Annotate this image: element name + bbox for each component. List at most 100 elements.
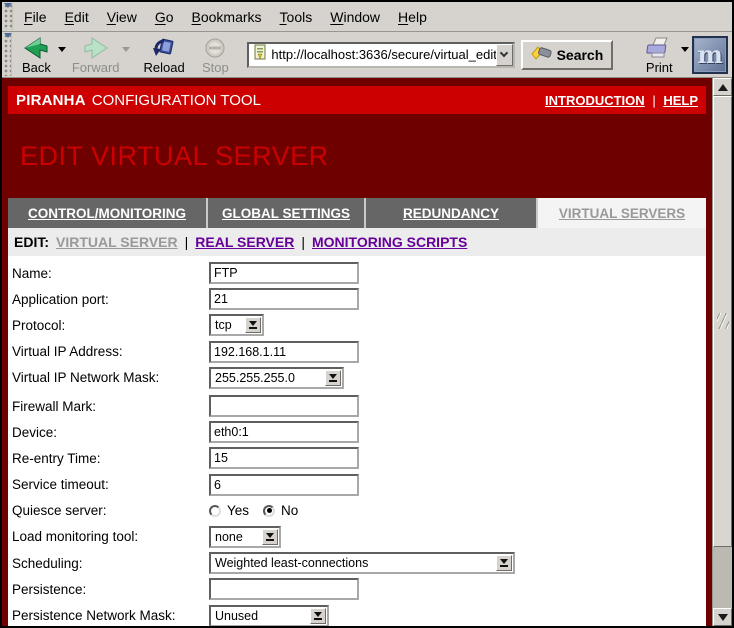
quiesce-no-radio[interactable] <box>263 505 275 517</box>
forward-button[interactable]: Forward <box>69 34 122 76</box>
print-icon <box>646 35 672 61</box>
arrow-up-icon <box>718 84 728 91</box>
protocol-select-value: tcp <box>211 318 244 332</box>
scrollbar-track[interactable] <box>713 96 732 608</box>
url-bar <box>247 42 514 68</box>
service-timeout-field[interactable] <box>209 474 359 496</box>
help-link[interactable]: HELP <box>663 93 698 108</box>
brand-name: PIRANHA <box>16 92 86 109</box>
subnav-monitoring-scripts-link[interactable]: MONITORING SCRIPTS <box>312 234 467 250</box>
scheduling-select-value: Weighted least-connections <box>211 556 495 570</box>
form-row: Service timeout: <box>12 472 706 498</box>
subnav-separator: | <box>301 234 305 250</box>
back-button-label: Back <box>22 61 51 74</box>
name-field[interactable] <box>209 262 359 284</box>
firewall-mark-label: Firewall Mark: <box>12 399 209 414</box>
load-monitoring-tool-select[interactable]: none <box>209 526 281 548</box>
web-page: PIRANHA CONFIGURATION TOOL INTRODUCTION … <box>2 78 712 626</box>
url-input[interactable] <box>271 45 495 65</box>
stop-button[interactable]: Stop <box>193 34 237 76</box>
scrollbar-thumb[interactable] <box>713 96 732 547</box>
reload-button-label: Reload <box>144 61 185 74</box>
menu-file[interactable]: File <box>15 5 56 29</box>
title-band: EDIT VIRTUAL SERVER <box>8 114 706 198</box>
menu-help[interactable]: Help <box>389 5 436 29</box>
subnav-virtual-server-current: VIRTUAL SERVER <box>56 234 178 250</box>
persistence-network-mask-select[interactable]: Unused <box>209 605 329 626</box>
mozilla-m-icon: m <box>697 43 722 67</box>
menu-window[interactable]: Window <box>321 5 389 29</box>
tab-global-settings[interactable]: GLOBAL SETTINGS <box>208 198 366 228</box>
grip-icon <box>717 313 729 329</box>
subnav-real-server-link[interactable]: REAL SERVER <box>195 234 294 250</box>
application-port-field[interactable] <box>209 288 359 310</box>
back-dropdown-arrow-icon[interactable] <box>58 47 66 52</box>
subnav-separator: | <box>185 234 189 250</box>
quiesce-server-radio-group: Yes No <box>209 503 306 518</box>
scroll-down-button[interactable] <box>713 608 732 626</box>
form-row: Persistence Network Mask: Unused <box>12 602 706 626</box>
persistence-field[interactable] <box>209 578 359 600</box>
page-bookmark-icon[interactable] <box>253 44 267 65</box>
form-row: Device: <box>12 419 706 445</box>
chevron-down-icon <box>500 49 508 57</box>
introduction-link[interactable]: INTRODUCTION <box>545 93 645 108</box>
header-links: INTRODUCTION | HELP <box>545 93 698 108</box>
print-button[interactable]: Print <box>637 34 681 76</box>
piranha-header-bar: PIRANHA CONFIGURATION TOOL INTRODUCTION … <box>8 86 706 114</box>
quiesce-no-label: No <box>281 503 298 518</box>
virtual-ip-address-field[interactable] <box>209 341 359 363</box>
browser-window: File Edit View Go Bookmarks Tools Window… <box>0 0 734 628</box>
scheduling-select[interactable]: Weighted least-connections <box>209 552 515 574</box>
menu-view[interactable]: View <box>98 5 146 29</box>
reload-button[interactable]: Reload <box>141 34 187 76</box>
print-button-label: Print <box>646 61 673 74</box>
main-tabs: CONTROL/MONITORING GLOBAL SETTINGS REDUN… <box>8 198 706 228</box>
menu-bookmarks[interactable]: Bookmarks <box>183 5 271 29</box>
virtual-ip-network-mask-label: Virtual IP Network Mask: <box>12 370 209 385</box>
scroll-up-button[interactable] <box>713 78 732 96</box>
form-row: Name: <box>12 260 706 286</box>
menu-go[interactable]: Go <box>146 5 183 29</box>
quiesce-yes-radio[interactable] <box>209 505 221 517</box>
device-field[interactable] <box>209 421 359 443</box>
re-entry-time-label: Re-entry Time: <box>12 451 209 466</box>
menu-edit[interactable]: Edit <box>56 5 98 29</box>
search-button-label: Search <box>557 47 604 63</box>
tab-control-monitoring[interactable]: CONTROL/MONITORING <box>8 198 208 228</box>
tab-redundancy[interactable]: REDUNDANCY <box>366 198 538 228</box>
edit-prefix-label: EDIT: <box>14 234 49 250</box>
virtual-ip-network-mask-select-value: 255.255.255.0 <box>211 371 324 385</box>
back-button[interactable]: Back <box>14 34 58 76</box>
link-separator: | <box>652 93 655 108</box>
chevron-down-icon <box>496 555 512 571</box>
vertical-scrollbar[interactable] <box>712 78 732 626</box>
edit-subnav: EDIT: VIRTUAL SERVER | REAL SERVER | MON… <box>8 228 706 256</box>
virtual-ip-address-label: Virtual IP Address: <box>12 344 209 359</box>
chevron-down-icon <box>325 370 341 386</box>
menu-tools[interactable]: Tools <box>271 5 322 29</box>
search-button[interactable]: Search <box>521 40 614 70</box>
form-row: Application port: <box>12 286 706 312</box>
mozilla-logo[interactable]: m <box>692 36 728 74</box>
toolbar-grippy-handle[interactable] <box>3 3 13 30</box>
form-row: Scheduling: Weighted least-connections <box>12 550 706 576</box>
form-row: Quiesce server: Yes No <box>12 498 706 524</box>
persistence-label: Persistence: <box>12 582 209 597</box>
virtual-ip-network-mask-select[interactable]: 255.255.255.0 <box>209 367 344 389</box>
re-entry-time-field[interactable] <box>209 447 359 469</box>
form-row: Protocol: tcp <box>12 312 706 338</box>
firewall-mark-field[interactable] <box>209 395 359 417</box>
form-row: Re-entry Time: <box>12 445 706 471</box>
print-dropdown-arrow-icon[interactable] <box>681 47 689 52</box>
tab-virtual-servers[interactable]: VIRTUAL SERVERS <box>538 198 706 228</box>
load-monitoring-tool-select-value: none <box>211 530 261 544</box>
protocol-select[interactable]: tcp <box>209 314 264 336</box>
scheduling-label: Scheduling: <box>12 556 209 571</box>
url-dropdown-button[interactable] <box>496 44 513 66</box>
forward-dropdown-arrow-icon[interactable] <box>122 47 130 52</box>
page-title: EDIT VIRTUAL SERVER <box>20 141 329 172</box>
name-label: Name: <box>12 266 209 281</box>
reload-icon <box>152 35 176 61</box>
toolbar-grippy-handle[interactable] <box>3 33 12 76</box>
